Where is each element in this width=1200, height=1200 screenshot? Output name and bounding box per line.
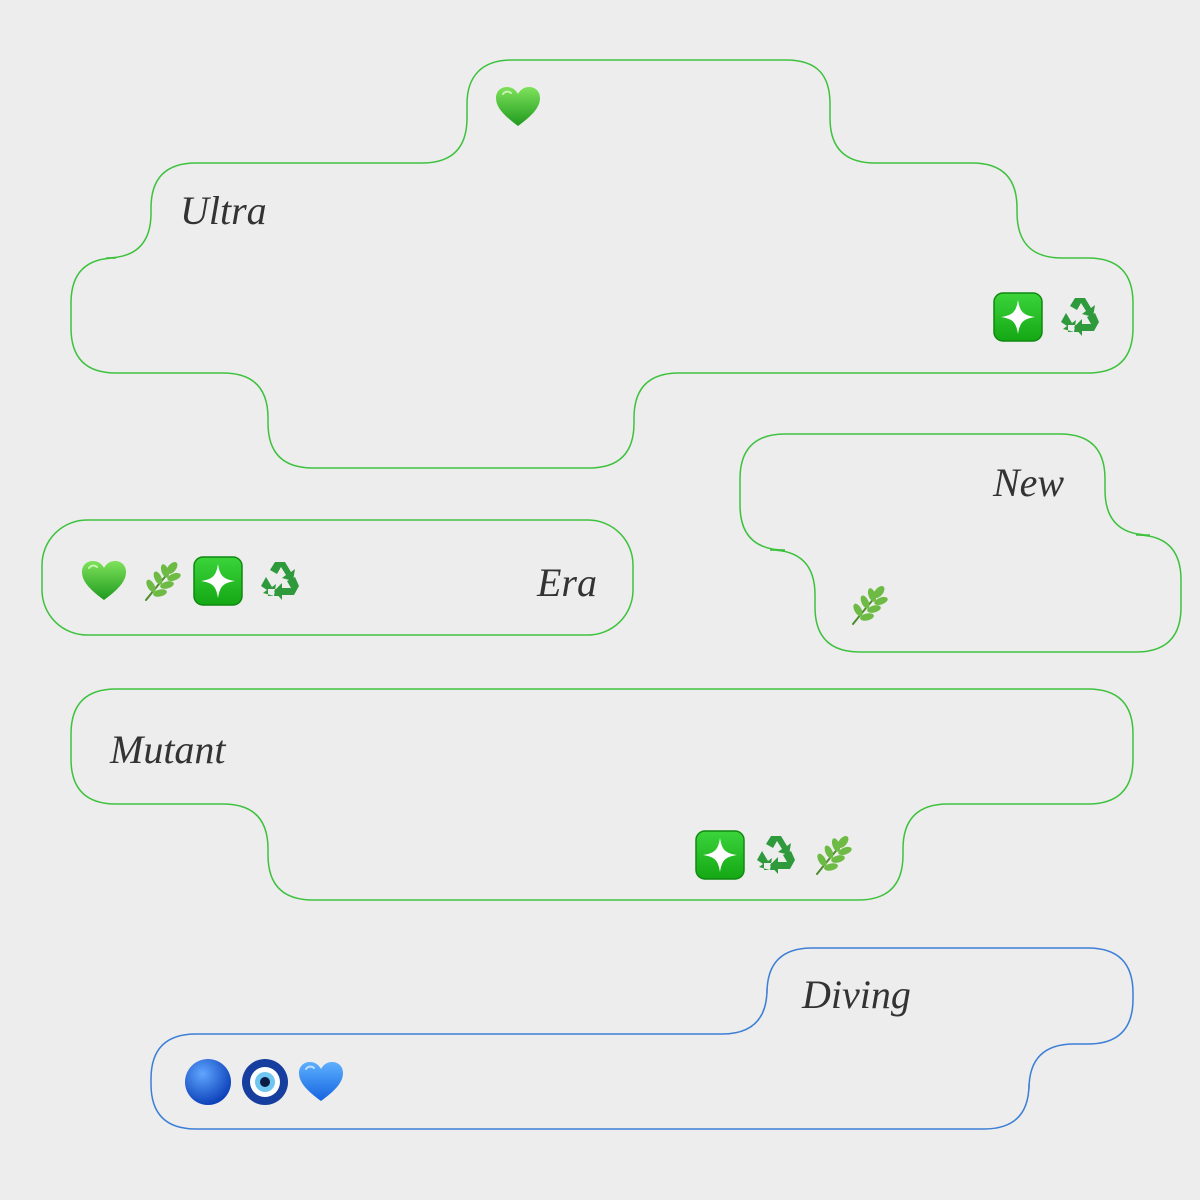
new-label: New — [993, 460, 1065, 505]
blue-heart-icon — [296, 1057, 346, 1107]
herb-icon — [136, 556, 186, 606]
herb-icon — [807, 830, 857, 880]
sparkle-button-icon — [695, 830, 745, 880]
diving-label: Diving — [802, 972, 911, 1017]
green-heart-icon — [79, 556, 129, 606]
new-outline — [739, 433, 1182, 653]
sparkle-button-icon — [993, 292, 1043, 342]
recycle-icon — [751, 830, 801, 880]
ultra-label: Ultra — [180, 188, 267, 233]
herb-icon — [843, 580, 893, 630]
mutant-outline — [70, 688, 1134, 901]
recycle-icon — [1055, 292, 1105, 342]
recycle-icon — [255, 556, 305, 606]
blue-circle-icon — [183, 1057, 233, 1107]
nazar-amulet-icon — [240, 1057, 290, 1107]
ultra-outline — [70, 59, 1134, 469]
era-label: Era — [537, 560, 597, 605]
mutant-label: Mutant — [110, 727, 226, 772]
sparkle-button-icon — [193, 556, 243, 606]
green-heart-icon — [493, 82, 543, 132]
